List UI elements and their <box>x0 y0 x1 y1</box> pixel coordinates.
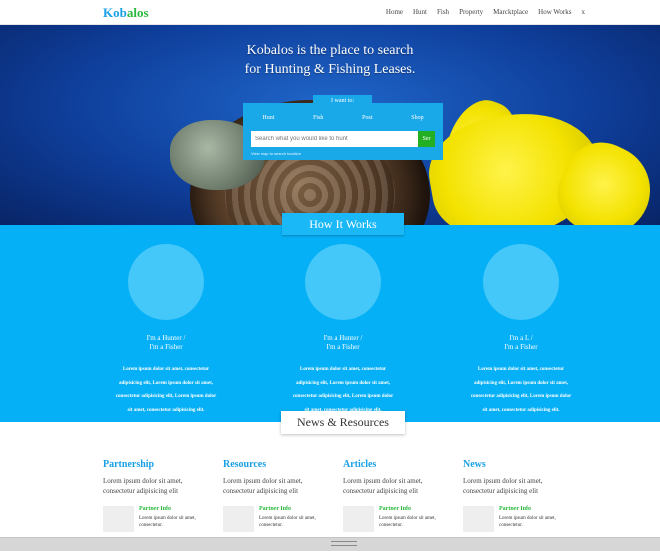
partner-title: Partner Info <box>259 506 292 512</box>
map-search-link[interactable]: View map to search location <box>251 151 301 156</box>
column-text: Lorem ipsum dolor sit amet, consectetur … <box>463 477 543 495</box>
news-column: Articles Lorem ipsum dolor sit amet, con… <box>343 459 453 496</box>
column-text: Lorem ipsum dolor sit amet, consectetur … <box>103 477 183 495</box>
column-heading[interactable]: Resources <box>223 459 333 470</box>
step-desc-line: adipisicing elit, Lorem ipsum dolor sit … <box>296 380 390 386</box>
column-heading[interactable]: Articles <box>343 459 453 470</box>
partner-text: Lorem ipsum dolor sit amet, consectetur. <box>379 516 436 528</box>
partner-card[interactable]: Partner Info Lorem ipsum dolor sit amet,… <box>463 506 573 532</box>
search-option-fish[interactable]: Fish <box>313 115 323 121</box>
step-label: I'm a Hunter / I'm a Fisher <box>273 334 413 352</box>
nav-how-works[interactable]: How Works <box>538 8 571 16</box>
search-input[interactable] <box>251 131 418 147</box>
step-label: I'm a Hunter / I'm a Fisher <box>96 334 236 352</box>
step-desc-line: sit amet, consectetur adipisicing elit. <box>127 407 205 413</box>
news-column: Resources Lorem ipsum dolor sit amet, co… <box>223 459 333 496</box>
step-label: I'm a L / I'm a Fisher <box>451 334 591 352</box>
step-desc-line: Lorem ipsum dolor sit amet, consectetur <box>299 367 387 372</box>
partner-card[interactable]: Partner Info Lorem ipsum dolor sit amet,… <box>103 506 213 532</box>
nav-fish[interactable]: Fish <box>437 8 449 16</box>
step-card: I'm a Hunter / I'm a Fisher Lorem ipsum … <box>96 244 236 417</box>
step-desc-line: consectetur adipisicing elit, Lorem ipsu… <box>292 394 394 399</box>
partner-text: Lorem ipsum dolor sit amet, consectetur. <box>499 516 556 528</box>
step-desc-line: adipisicing elit, Lorem ipsum dolor sit … <box>474 380 568 386</box>
step-desc-line: adipisicing elit, Lorem ipsum dolor sit … <box>119 380 213 386</box>
step-label-line-1: I'm a Hunter / <box>146 334 186 342</box>
step-image <box>483 244 559 320</box>
step-image <box>128 244 204 320</box>
hero-title: Kobalos is the place to search for Hunti… <box>0 41 660 79</box>
search-widget: Hunt Fish Post Shop Ser View map to sear… <box>243 103 443 160</box>
step-label-line-1: I'm a L / <box>509 334 533 342</box>
step-label-line-2: I'm a Fisher <box>326 343 360 351</box>
search-options: Hunt Fish Post Shop <box>243 115 443 121</box>
logo[interactable]: Kobalos <box>103 5 149 21</box>
how-it-works-title: How It Works <box>282 213 404 235</box>
search-option-hunt[interactable]: Hunt <box>262 115 274 121</box>
partner-card[interactable]: Partner Info Lorem ipsum dolor sit amet,… <box>343 506 453 532</box>
nav-hunt[interactable]: Hunt <box>413 8 427 16</box>
column-text: Lorem ipsum dolor sit amet, consectetur … <box>223 477 303 495</box>
step-desc-line: Lorem ipsum dolor sit amet, consectetur <box>122 367 210 372</box>
nav-home[interactable]: Home <box>386 8 403 16</box>
partner-card[interactable]: Partner Info Lorem ipsum dolor sit amet,… <box>223 506 333 532</box>
partner-title: Partner Info <box>139 506 172 512</box>
logo-part-1: Kob <box>103 5 127 20</box>
step-card: I'm a L / I'm a Fisher Lorem ipsum dolor… <box>451 244 591 417</box>
partner-title: Partner Info <box>499 506 532 512</box>
site-header: Kobalos Home Hunt Fish Property Marcktpl… <box>0 0 660 25</box>
step-label-line-2: I'm a Fisher <box>504 343 538 351</box>
partner-text: Lorem ipsum dolor sit amet, consectetur. <box>139 516 196 528</box>
column-text: Lorem ipsum dolor sit amet, consectetur … <box>343 477 423 495</box>
main-nav: Home Hunt Fish Property Marcktplace How … <box>386 8 585 16</box>
nav-marketplace[interactable]: Marcktplace <box>493 8 528 16</box>
step-image <box>305 244 381 320</box>
step-desc-line: consectetur adipisicing elit, Lorem ipsu… <box>470 394 572 399</box>
news-resources-title: News & Resources <box>281 411 405 434</box>
bottom-drawer-bar[interactable] <box>0 537 660 551</box>
nav-property[interactable]: Property <box>459 8 483 16</box>
step-desc-line: sit amet, consectetur adipisicing elit. <box>482 407 560 413</box>
logo-part-2: alos <box>126 5 149 20</box>
column-heading[interactable]: News <box>463 459 573 470</box>
step-label-line-1: I'm a Hunter / <box>323 334 363 342</box>
search-button[interactable]: Ser <box>418 131 435 147</box>
partner-thumbnail <box>103 506 134 532</box>
search-option-post[interactable]: Post <box>362 115 372 121</box>
step-description: Lorem ipsum dolor sit amet, consectetur … <box>451 363 591 417</box>
partner-thumbnail <box>463 506 494 532</box>
step-card: I'm a Hunter / I'm a Fisher Lorem ipsum … <box>273 244 413 417</box>
step-description: Lorem ipsum dolor sit amet, consectetur … <box>96 363 236 417</box>
column-heading[interactable]: Partnership <box>103 459 213 470</box>
partner-title: Partner Info <box>379 506 412 512</box>
hero-title-line-1: Kobalos is the place to search <box>246 43 414 58</box>
partner-thumbnail <box>343 506 374 532</box>
step-description: Lorem ipsum dolor sit amet, consectetur … <box>273 363 413 417</box>
nav-close[interactable]: x <box>582 8 586 16</box>
news-column: News Lorem ipsum dolor sit amet, consect… <box>463 459 573 496</box>
partner-text: Lorem ipsum dolor sit amet, consectetur. <box>259 516 316 528</box>
search-option-shop[interactable]: Shop <box>411 115 423 121</box>
search-tab-label: I want to: <box>313 95 372 108</box>
step-desc-line: Lorem ipsum dolor sit amet, consectetur <box>477 367 565 372</box>
news-column: Partnership Lorem ipsum dolor sit amet, … <box>103 459 213 496</box>
step-desc-line: consectetur adipisicing elit, Lorem ipsu… <box>115 394 217 399</box>
partner-thumbnail <box>223 506 254 532</box>
hero-title-line-2: for Hunting & Fishing Leases. <box>244 62 416 77</box>
drag-handle-icon[interactable] <box>331 541 357 546</box>
step-label-line-2: I'm a Fisher <box>149 343 183 351</box>
